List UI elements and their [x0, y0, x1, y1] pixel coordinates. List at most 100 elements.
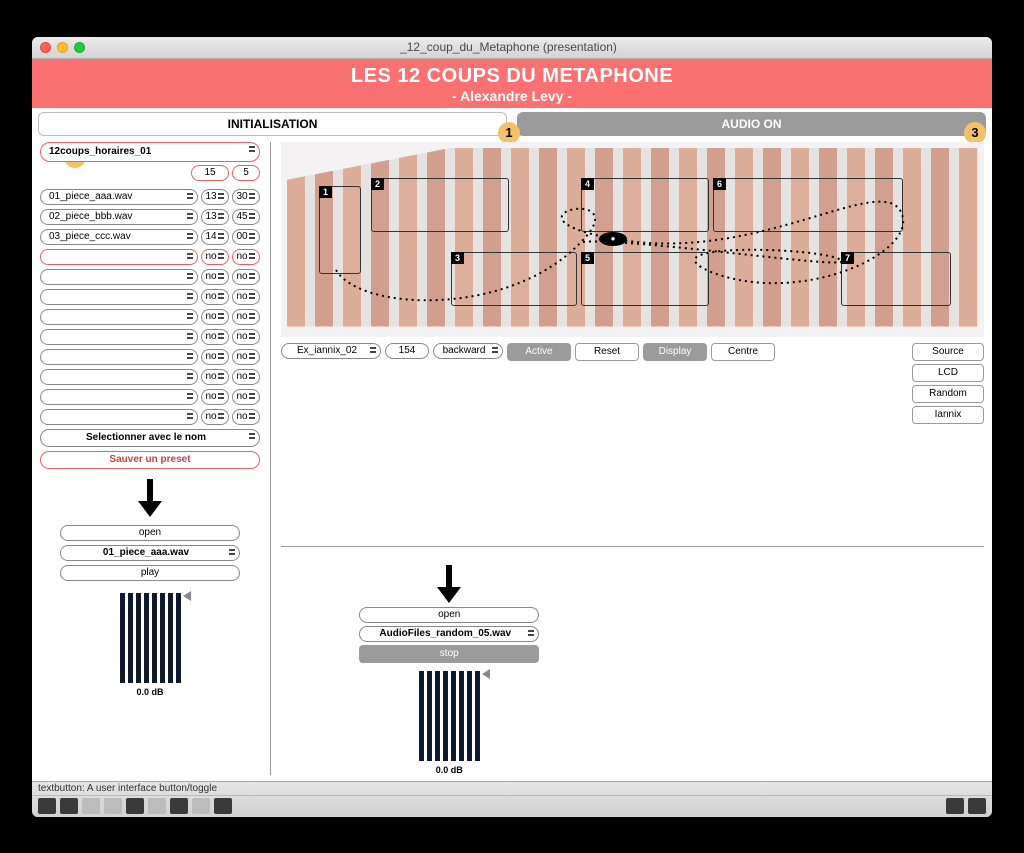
debug-icon[interactable]: [214, 798, 232, 814]
mode-iannix-button[interactable]: Iannix: [912, 406, 984, 424]
meter-right-handle-icon[interactable]: [482, 669, 490, 679]
piece-file-5[interactable]: [40, 269, 198, 285]
info-icon[interactable]: [148, 798, 166, 814]
right-panel: 1 2 3 4 5 6 7 ● Ex_iannix_02 154 backwar…: [281, 142, 984, 775]
meter-right-db: 0.0 dB: [436, 765, 463, 775]
new-object-icon[interactable]: [60, 798, 78, 814]
window-zoom-icon[interactable]: [74, 42, 85, 53]
trajectory-cursor[interactable]: ●: [599, 232, 627, 246]
tab-row: INITIALISATION AUDIO ON 1 2 3: [32, 108, 992, 136]
piece-h-10[interactable]: no: [201, 369, 229, 385]
piece-file-12[interactable]: [40, 409, 198, 425]
piece-h-3[interactable]: 14: [201, 229, 229, 245]
preset-dropdown[interactable]: 12coups_horaires_01: [40, 142, 260, 162]
grid-icon[interactable]: [192, 798, 210, 814]
piece-file-4[interactable]: [40, 249, 198, 265]
mode-random-button[interactable]: Random: [912, 385, 984, 403]
annotation-badge-1: 1: [498, 122, 520, 144]
piece-m-3[interactable]: 00: [232, 229, 260, 245]
meter-left: 0.0 dB: [120, 593, 181, 697]
trajectory-preset-dropdown[interactable]: Ex_iannix_02: [281, 343, 381, 359]
piece-title: LES 12 COUPS DU METAPHONE: [32, 65, 992, 88]
footer: textbutton: A user interface button/togg…: [32, 781, 992, 817]
piece-m-8[interactable]: no: [232, 329, 260, 345]
piece-m-5[interactable]: no: [232, 269, 260, 285]
piece-file-1[interactable]: 01_piece_aaa.wav: [40, 189, 198, 205]
piece-file-9[interactable]: [40, 349, 198, 365]
composer-name: - Alexandre Levy -: [32, 88, 992, 104]
player-left-play-button[interactable]: play: [60, 565, 240, 581]
piece-file-6[interactable]: [40, 289, 198, 305]
vertical-divider: [270, 142, 271, 775]
inspector-icon[interactable]: [170, 798, 188, 814]
trajectory-reset-button[interactable]: Reset: [575, 343, 639, 361]
spatial-display[interactable]: 1 2 3 4 5 6 7 ●: [281, 142, 984, 337]
piece-file-7[interactable]: [40, 309, 198, 325]
meter-left-db: 0.0 dB: [136, 687, 163, 697]
select-by-name-dropdown[interactable]: Selectionner avec le nom: [40, 429, 260, 447]
piece-m-1[interactable]: 30: [232, 189, 260, 205]
meter-left-bars: [120, 593, 181, 683]
lock-icon[interactable]: [38, 798, 56, 814]
arrow-down-icon: [138, 479, 162, 519]
piece-file-2[interactable]: 02_piece_bbb.wav: [40, 209, 198, 225]
player-left-open-button[interactable]: open: [60, 525, 240, 541]
piece-m-7[interactable]: no: [232, 309, 260, 325]
presentation-icon[interactable]: [126, 798, 144, 814]
app-window: _12_coup_du_Metaphone (presentation) LES…: [32, 37, 992, 817]
grid-snap-icon[interactable]: [104, 798, 122, 814]
player-right-stop-button[interactable]: stop: [359, 645, 539, 663]
status-hint: textbutton: A user interface button/togg…: [32, 782, 992, 796]
window-minimize-icon[interactable]: [57, 42, 68, 53]
piece-h-1[interactable]: 13: [201, 189, 229, 205]
meter-right-bars: [419, 671, 480, 761]
preset-time-a[interactable]: 15: [191, 165, 229, 181]
view-b-icon[interactable]: [968, 798, 986, 814]
piece-h-12[interactable]: no: [201, 409, 229, 425]
piece-h-4[interactable]: no: [201, 249, 229, 265]
view-a-icon[interactable]: [946, 798, 964, 814]
mode-source-button[interactable]: Source: [912, 343, 984, 361]
window-close-icon[interactable]: [40, 42, 51, 53]
piece-m-2[interactable]: 45: [232, 209, 260, 225]
meter-right: 0.0 dB: [419, 671, 480, 775]
piece-m-12[interactable]: no: [232, 409, 260, 425]
tab-initialisation[interactable]: INITIALISATION: [38, 112, 507, 136]
trajectory-display-button[interactable]: Display: [643, 343, 707, 361]
save-preset-button[interactable]: Sauver un preset: [40, 451, 260, 469]
piece-m-11[interactable]: no: [232, 389, 260, 405]
titlebar: _12_coup_du_Metaphone (presentation): [32, 37, 992, 59]
piece-m-9[interactable]: no: [232, 349, 260, 365]
player-right-file-dropdown[interactable]: AudioFiles_random_05.wav: [359, 626, 539, 642]
piece-h-2[interactable]: 13: [201, 209, 229, 225]
piece-m-6[interactable]: no: [232, 289, 260, 305]
piece-h-6[interactable]: no: [201, 289, 229, 305]
trajectory-direction-dropdown[interactable]: backward: [433, 343, 503, 359]
meter-handle-icon[interactable]: [183, 591, 191, 601]
annotation-badge-3: 3: [964, 122, 986, 144]
piece-h-8[interactable]: no: [201, 329, 229, 345]
piece-h-9[interactable]: no: [201, 349, 229, 365]
piece-h-7[interactable]: no: [201, 309, 229, 325]
piece-h-5[interactable]: no: [201, 269, 229, 285]
player-right-open-button[interactable]: open: [359, 607, 539, 623]
piece-file-8[interactable]: [40, 329, 198, 345]
preset-time-b[interactable]: 5: [232, 165, 260, 181]
trajectory-centre-button[interactable]: Centre: [711, 343, 775, 361]
piece-m-4[interactable]: no: [232, 249, 260, 265]
arrow-down-right-icon: [437, 565, 461, 605]
header-banner: LES 12 COUPS DU METAPHONE - Alexandre Le…: [32, 59, 992, 108]
trajectory-path: [281, 142, 984, 337]
piece-file-11[interactable]: [40, 389, 198, 405]
player-left-file-dropdown[interactable]: 01_piece_aaa.wav: [60, 545, 240, 561]
mode-lcd-button[interactable]: LCD: [912, 364, 984, 382]
trajectory-active-button[interactable]: Active: [507, 343, 571, 361]
piece-m-10[interactable]: no: [232, 369, 260, 385]
window-title: _12_coup_du_Metaphone (presentation): [85, 40, 932, 54]
zoom-icon[interactable]: [82, 798, 100, 814]
tab-audio-on[interactable]: AUDIO ON: [517, 112, 986, 136]
piece-file-10[interactable]: [40, 369, 198, 385]
piece-h-11[interactable]: no: [201, 389, 229, 405]
trajectory-speed-input[interactable]: 154: [385, 343, 429, 359]
piece-file-3[interactable]: 03_piece_ccc.wav: [40, 229, 198, 245]
